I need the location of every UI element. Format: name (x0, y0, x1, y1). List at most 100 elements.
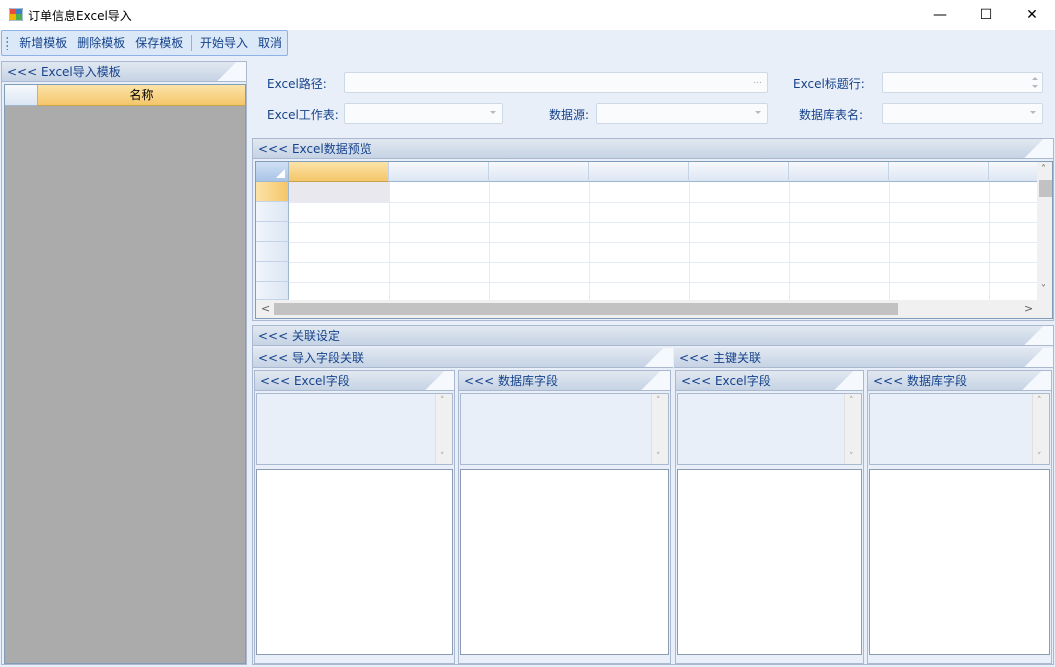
primary-key-header[interactable]: <<< 主键关联 (674, 348, 1053, 368)
scroll-down-icon[interactable]: ˅ (656, 452, 661, 462)
excel-title-row-spinner[interactable] (882, 72, 1043, 93)
vertical-scroll-thumb[interactable] (1039, 180, 1052, 197)
preview-column-header[interactable] (289, 162, 389, 182)
corner-triangle-icon (276, 169, 285, 178)
pk-db-field-panel: <<< 数据库字段 ˄ ˅ (867, 370, 1052, 664)
toolbar: 新增模板 删除模板 保存模板 开始导入 取消 (1, 30, 288, 56)
start-import-button[interactable]: 开始导入 (195, 33, 253, 53)
cancel-button[interactable]: 取消 (253, 33, 287, 53)
excel-sheet-select[interactable] (344, 103, 503, 124)
select-all-corner[interactable] (256, 162, 289, 182)
preview-panel: <<< Excel数据预览 ˄ ˅ < > (252, 138, 1054, 321)
minimize-icon: — (933, 7, 947, 23)
preview-selected-cell[interactable] (289, 182, 389, 202)
pk-db-field-list[interactable]: ˄ ˅ (869, 393, 1050, 465)
grid-line (289, 262, 1037, 263)
preview-column-header[interactable] (389, 162, 489, 182)
mapping-db-field-header[interactable]: <<< 数据库字段 (459, 371, 670, 391)
template-grid-header: 名称 (5, 85, 245, 106)
grid-line (289, 282, 1037, 283)
pk-db-field-box[interactable] (869, 469, 1050, 655)
preview-column-header[interactable] (789, 162, 889, 182)
list-scrollbar[interactable]: ˄ ˅ (435, 394, 452, 464)
datasource-label: 数据源: (549, 108, 590, 122)
window-title: 订单信息Excel导入 (28, 9, 132, 23)
horizontal-scroll-thumb[interactable] (274, 303, 898, 315)
grid-line (289, 202, 1037, 203)
scroll-down-icon[interactable]: ˅ (1041, 284, 1046, 295)
preview-row-header[interactable] (256, 202, 289, 222)
scroll-corner (1037, 300, 1052, 318)
pk-excel-field-box[interactable] (677, 469, 862, 655)
pk-db-field-header[interactable]: <<< 数据库字段 (868, 371, 1051, 391)
excel-path-input[interactable]: ... (344, 72, 768, 93)
spin-up-icon[interactable] (1032, 77, 1038, 80)
preview-row-header[interactable] (256, 222, 289, 242)
save-template-button[interactable]: 保存模板 (130, 33, 188, 53)
datasource-select[interactable] (596, 103, 768, 124)
scroll-up-icon[interactable]: ˄ (1037, 396, 1042, 406)
app-icon (9, 8, 23, 21)
preview-row-header[interactable] (256, 242, 289, 262)
preview-row-header[interactable] (256, 262, 289, 282)
field-mapping-panel: <<< 导入字段关联 <<< Excel字段 ˄ ˅ <<< 数据库字段 ˄ ˅ (253, 348, 673, 664)
mapping-db-field-panel: <<< 数据库字段 ˄ ˅ (458, 370, 671, 664)
template-grid[interactable]: 名称 (4, 84, 246, 664)
excel-title-row-label: Excel标题行: (793, 77, 865, 91)
mapping-db-field-list[interactable]: ˄ ˅ (460, 393, 669, 465)
preview-horizontal-scrollbar[interactable]: < > (256, 300, 1037, 318)
scroll-down-icon[interactable]: ˅ (440, 452, 445, 462)
preview-column-header[interactable] (889, 162, 989, 182)
db-table-select[interactable] (882, 103, 1043, 124)
maximize-button[interactable]: ☐ (963, 0, 1009, 30)
close-icon: ✕ (1026, 7, 1038, 23)
close-button[interactable]: ✕ (1009, 0, 1055, 30)
select-all-corner[interactable] (5, 85, 38, 106)
scroll-up-icon[interactable]: ˄ (849, 396, 854, 406)
toolbar-grip-icon[interactable] (6, 36, 9, 50)
mapping-excel-field-list[interactable]: ˄ ˅ (256, 393, 453, 465)
add-template-button[interactable]: 新增模板 (14, 33, 72, 53)
title-bar: 订单信息Excel导入 — ☐ ✕ (0, 0, 1055, 30)
relation-panel-header[interactable]: <<< 关联设定 (253, 326, 1053, 346)
mapping-db-field-box[interactable] (460, 469, 669, 655)
preview-row-header[interactable] (256, 282, 289, 300)
scroll-up-icon[interactable]: ˄ (656, 396, 661, 406)
pk-excel-field-list[interactable]: ˄ ˅ (677, 393, 862, 465)
list-scrollbar[interactable]: ˄ ˅ (651, 394, 668, 464)
scroll-right-icon[interactable]: > (1024, 302, 1033, 315)
preview-panel-header[interactable]: <<< Excel数据预览 (253, 139, 1053, 159)
column-header-name[interactable]: 名称 (38, 85, 245, 106)
grid-line (289, 242, 1037, 243)
template-panel: <<< Excel导入模板 名称 (1, 61, 247, 665)
maximize-icon: ☐ (979, 7, 993, 23)
preview-grid[interactable]: ˄ ˅ < > (255, 161, 1053, 319)
template-panel-header[interactable]: <<< Excel导入模板 (2, 62, 246, 82)
list-scrollbar[interactable]: ˄ ˅ (1032, 394, 1049, 464)
pk-excel-field-header[interactable]: <<< Excel字段 (676, 371, 863, 391)
pk-excel-field-panel: <<< Excel字段 ˄ ˅ (675, 370, 864, 664)
db-table-label: 数据库表名: (799, 108, 864, 122)
preview-vertical-scrollbar[interactable]: ˄ ˅ (1037, 162, 1052, 300)
list-scrollbar[interactable]: ˄ ˅ (844, 394, 861, 464)
scroll-down-icon[interactable]: ˅ (849, 452, 854, 462)
scroll-up-icon[interactable]: ˄ (1041, 164, 1046, 175)
primary-key-panel: <<< 主键关联 <<< Excel字段 ˄ ˅ <<< 数据库字段 ˄ ˅ (674, 348, 1053, 664)
field-mapping-header[interactable]: <<< 导入字段关联 (253, 348, 673, 368)
delete-template-button[interactable]: 删除模板 (72, 33, 130, 53)
scroll-up-icon[interactable]: ˄ (440, 396, 445, 406)
mapping-excel-field-box[interactable] (256, 469, 453, 655)
spin-down-icon[interactable] (1032, 85, 1038, 88)
preview-column-header[interactable] (589, 162, 689, 182)
preview-column-header[interactable] (689, 162, 789, 182)
minimize-button[interactable]: — (917, 0, 963, 30)
grid-line (289, 222, 1037, 223)
browse-icon[interactable]: ... (753, 76, 762, 86)
scroll-down-icon[interactable]: ˅ (1037, 452, 1042, 462)
scroll-left-icon[interactable]: < (261, 302, 270, 315)
preview-row-header[interactable] (256, 182, 289, 202)
preview-column-header[interactable] (489, 162, 589, 182)
mapping-excel-field-header[interactable]: <<< Excel字段 (255, 371, 454, 391)
relation-panel: <<< 关联设定 <<< 导入字段关联 <<< Excel字段 ˄ ˅ <<< … (252, 325, 1054, 665)
excel-sheet-label: Excel工作表: (267, 108, 339, 122)
